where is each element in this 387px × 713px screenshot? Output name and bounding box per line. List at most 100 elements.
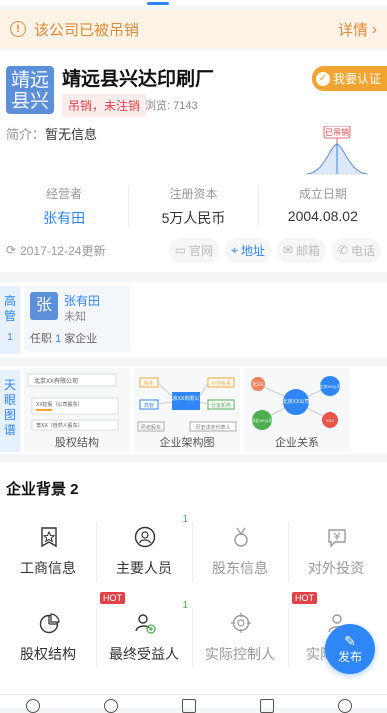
favorites-tab-icon[interactable] [104, 699, 118, 713]
equity-structure-thumbnail: 北京XX有限公司 XX控股（公司股东） 李XX（自然人股东） [27, 373, 119, 431]
crosshair-icon [231, 613, 251, 633]
chip-label: 邮箱 [295, 243, 320, 258]
investments-item[interactable]: 对外投资 [288, 512, 384, 592]
location-pin-icon: ⌖ [231, 242, 238, 257]
lifecycle-chart[interactable]: 已吊销 [304, 126, 370, 178]
company-name: 靖远县兴达印刷厂 [62, 69, 215, 90]
update-row: ⟳ 2017-12-24更新 ▭ 官网 ⌖ 地址 ✉ 邮箱 ✆ 电话 [0, 235, 387, 265]
graphs-label-text: 天眼图谱 [4, 378, 17, 437]
stat-value: 5万人民币 [161, 210, 226, 226]
count-badge: 1 [182, 514, 188, 525]
company-card: 靖远 县兴 靖远县兴达印刷厂 吊销，未注销 浏览: 7143 ✓ 我要认证 简介… [0, 50, 387, 272]
relation-node: 张XX [252, 381, 264, 388]
hot-badge: HOT [100, 592, 125, 604]
graph-caption: 企业架构图 [159, 437, 215, 449]
equity-person-label: 李XX（自然人股东） [36, 422, 83, 429]
equity-structure-card[interactable]: 北京XX有限公司 XX控股（公司股东） 李XX（自然人股东） 股权结构 [24, 368, 130, 452]
monitor-icon: ▭ [174, 243, 187, 257]
contacts-tab-icon[interactable] [260, 699, 274, 713]
active-tab-indicator [147, 2, 169, 5]
executives-label: 高管 1 [0, 286, 20, 354]
company-relations-card[interactable]: 北京XX公司 张XX 河北XX公司 北京XX公司 XXX 企业关系 [244, 368, 350, 452]
equity-holder-label: XX控股（公司股东） [36, 401, 83, 408]
companies-prefix: 任职 [30, 333, 52, 345]
pencil-icon: ✎ [344, 633, 356, 649]
stat-label: 成立日期 [298, 187, 347, 201]
graphs-section: 天眼图谱 北京XX有限公司 XX控股（公司股东） 李XX（自然人股东） 股权结构… [0, 366, 387, 454]
org-node: 股东 [144, 380, 154, 387]
grid-label: 最终受益人 [109, 646, 179, 662]
document-tab-icon[interactable] [182, 699, 196, 713]
key-personnel-item[interactable]: 1 主要人员 [96, 512, 192, 592]
shareholder-info-item[interactable]: 股东信息 [192, 512, 288, 592]
bottom-tab-bar [0, 694, 387, 713]
org-center-node: 北京XX有限公司 [168, 395, 205, 402]
intro-label: 简介： [6, 127, 46, 142]
stats-row: 经营者 张有田 注册资本 5万人民币 成立日期 2004.08.02 [0, 185, 387, 227]
relation-node: 北京XX公司 [319, 383, 340, 389]
chevron-right-icon: › [372, 20, 377, 38]
org-structure-thumbnail: 股东 对外投资 北京XX有限公司 高管 分支机构 历史股东 历史法定代表人 [137, 377, 237, 432]
company-background-section: 企业背景 2 工商信息 1 主要人员 股东信息 对外投资 股权结构 HOT 1 … [0, 462, 387, 708]
website-chip[interactable]: ▭ 官网 [168, 237, 220, 263]
certify-label: 我要认证 [332, 72, 381, 86]
graphs-label: 天眼图谱 [0, 370, 20, 452]
yuan-chat-icon [328, 529, 346, 548]
business-info-item[interactable]: 工商信息 [0, 512, 96, 592]
check-icon: ✓ [315, 71, 330, 86]
operator-link[interactable]: 张有田 [0, 208, 128, 228]
refresh-icon: ⟳ [6, 243, 17, 257]
certify-button[interactable]: ✓ 我要认证 [311, 66, 387, 91]
grid-label: 工商信息 [20, 560, 76, 576]
equity-structure-item[interactable]: 股权结构 [0, 598, 96, 678]
publish-fab-button[interactable]: ✎ 发布 [325, 624, 375, 674]
company-logo: 靖远 县兴 [6, 66, 54, 114]
medal-icon [234, 527, 248, 547]
org-structure-card[interactable]: 股东 对外投资 北京XX有限公司 高管 分支机构 历史股东 历史法定代表人 企业… [134, 368, 240, 452]
equity-top-label: 北京XX有限公司 [34, 377, 78, 385]
chip-label: 电话 [350, 243, 375, 258]
update-time: 2017-12-24更新 [20, 243, 106, 258]
executives-label-text: 高管 [4, 294, 17, 323]
executive-card[interactable]: 张 张有田 未知 任职 1 家企业 [24, 286, 130, 352]
info-icon: ! [10, 21, 26, 37]
stat-label: 注册资本 [169, 187, 218, 201]
stat-operator: 经营者 张有田 [0, 185, 130, 228]
grid-label: 股东信息 [212, 560, 268, 576]
home-tab-icon[interactable] [26, 699, 40, 713]
contact-chips: ▭ 官网 ⌖ 地址 ✉ 邮箱 ✆ 电话 [168, 237, 381, 263]
person-companies: 任职 1 家企业 [30, 330, 97, 346]
graph-caption: 企业关系 [275, 437, 319, 449]
company-relations-thumbnail: 北京XX公司 张XX 河北XX公司 北京XX公司 XXX [251, 376, 341, 430]
status-badge: 吊销，未注销 [62, 94, 147, 117]
relation-node: XXX [326, 418, 334, 423]
pie-chart-icon [39, 613, 60, 634]
email-chip[interactable]: ✉ 邮箱 [276, 237, 326, 263]
top-indicator [0, 0, 387, 6]
executives-count: 1 [7, 332, 13, 343]
person-role: 未知 [64, 311, 86, 323]
intro: 简介：暂无信息 [6, 124, 97, 143]
chip-label: 地址 [240, 243, 265, 258]
revoked-warning-banner[interactable]: ! 该公司已被吊销 详情 › [0, 10, 387, 48]
section-title: 企业背景 2 [6, 481, 79, 498]
grid-label: 股权结构 [20, 646, 76, 662]
fab-label: 发布 [337, 650, 362, 664]
phone-chip[interactable]: ✆ 电话 [331, 237, 381, 263]
ultimate-beneficiary-item[interactable]: HOT 1 最终受益人 [96, 592, 192, 678]
hot-badge: HOT [292, 592, 317, 604]
stat-value: 2004.08.02 [287, 208, 358, 224]
profile-tab-icon[interactable] [338, 699, 352, 713]
address-chip[interactable]: ⌖ 地址 [225, 237, 271, 263]
view-count: 浏览: 7143 [145, 100, 198, 112]
avatar: 张 [30, 292, 58, 320]
grid-label: 对外投资 [308, 560, 364, 576]
update-info[interactable]: ⟳ 2017-12-24更新 [6, 242, 105, 259]
companies-suffix: 家企业 [64, 333, 98, 345]
badge-star-icon [41, 527, 57, 548]
mail-icon: ✉ [282, 243, 293, 257]
relation-center-node: 北京XX公司 [283, 398, 310, 405]
intro-value: 暂无信息 [45, 127, 98, 142]
detail-link[interactable]: 详情 › [338, 19, 377, 40]
actual-controller-item[interactable]: 实际控制人 [192, 598, 288, 678]
